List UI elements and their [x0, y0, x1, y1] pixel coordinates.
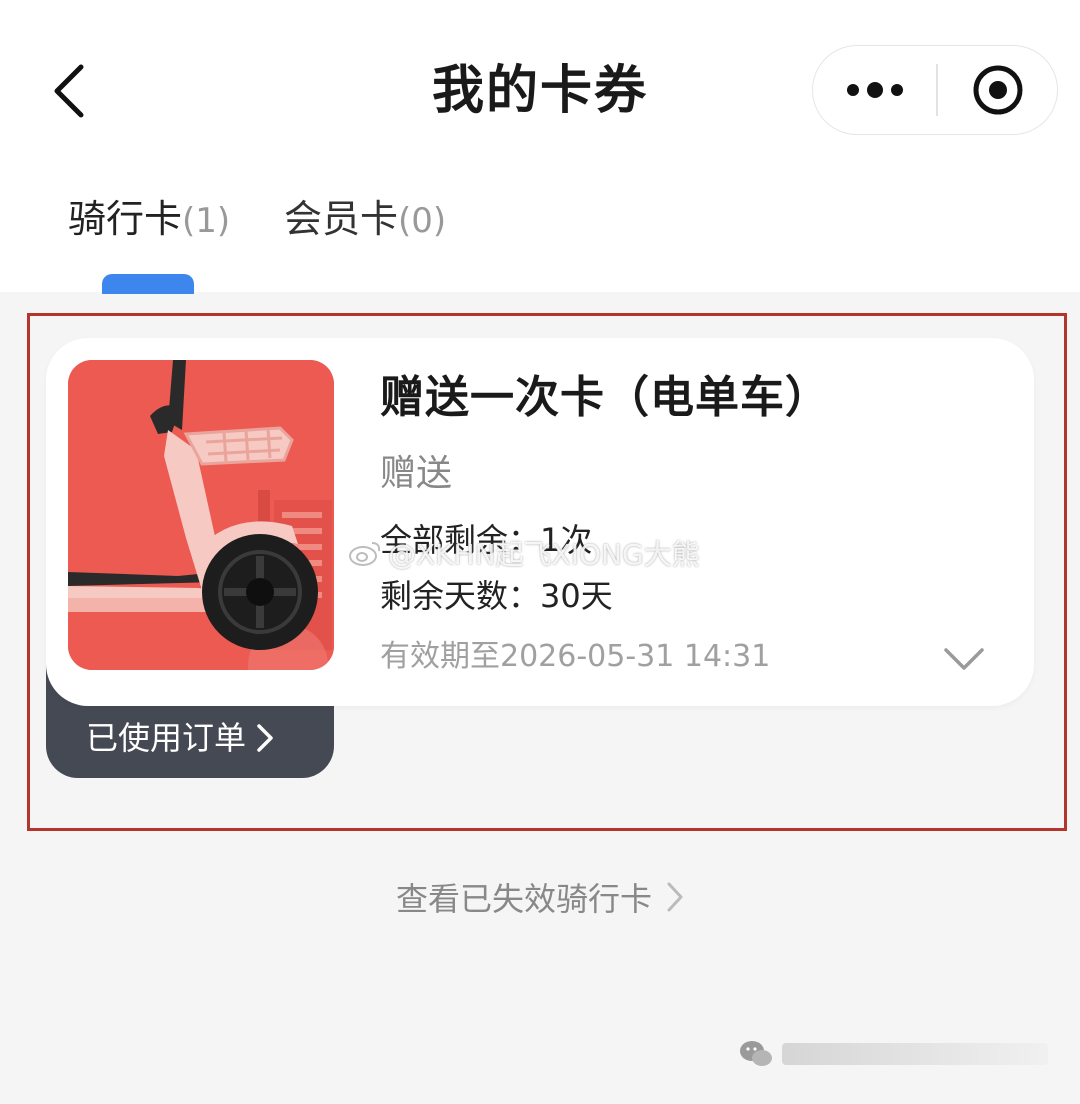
tab-ride-card-count: (1)	[182, 201, 231, 241]
tab-ride-card[interactable]: 骑行卡(1)	[68, 192, 230, 246]
used-orders-label-row: 已使用订单	[86, 716, 274, 760]
ride-card[interactable]: 赠送一次卡（电单车） 赠送 全部剩余：1次 剩余天数：30天 有效期至2026-…	[46, 338, 1034, 706]
chevron-right-icon	[667, 882, 683, 912]
scooter-illustration	[68, 360, 334, 670]
wechat-icon	[740, 1041, 772, 1066]
watermark-text: @XKHN起飞XIONG大熊	[388, 538, 700, 571]
view-expired-chevron	[666, 881, 684, 913]
view-expired-link[interactable]: 查看已失效骑行卡	[0, 870, 1080, 924]
tab-ride-card-label: 骑行卡	[68, 197, 183, 241]
watermark: @XKHN起飞XIONG大熊	[348, 530, 700, 576]
card-subtitle: 赠送	[380, 453, 453, 494]
active-tab-indicator	[102, 274, 194, 294]
wechat-watermark-blur	[782, 1043, 1048, 1065]
card-expiry: 有效期至2026-05-31 14:31	[380, 639, 771, 674]
tab-member-card-count: (0)	[398, 201, 447, 241]
card-remaining-days: 剩余天数：30天	[380, 577, 613, 615]
close-target-icon	[973, 65, 1023, 115]
close-button[interactable]	[938, 46, 1058, 134]
more-dots-icon	[847, 82, 903, 98]
chevron-right-icon	[257, 724, 273, 752]
weibo-icon	[349, 542, 381, 566]
card-title: 赠送一次卡（电单车）	[380, 372, 830, 423]
header: 我的卡券 骑行卡(1) 会员卡(0)	[0, 0, 1080, 294]
tab-member-card-label: 会员卡	[284, 197, 399, 241]
wechat-watermark	[738, 1036, 1048, 1072]
view-expired-label: 查看已失效骑行卡	[395, 880, 652, 918]
chevron-down-icon[interactable]	[942, 640, 986, 676]
tab-member-card[interactable]: 会员卡(0)	[284, 192, 446, 246]
used-orders-label: 已使用订单	[86, 719, 247, 757]
more-button[interactable]	[813, 46, 937, 134]
mini-program-capsule	[812, 45, 1058, 135]
